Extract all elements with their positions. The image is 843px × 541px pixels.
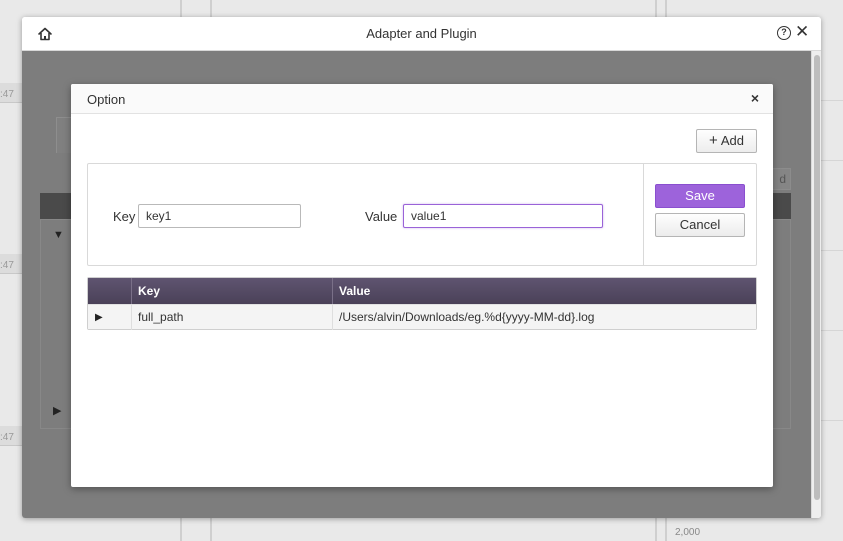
options-table: Key Value ▶ full_path /Users/alvin/Downl…	[87, 277, 757, 330]
option-dialog: Option × +Add Key Value Save Cancel Key …	[71, 84, 773, 487]
dialog-scrollbar[interactable]	[811, 51, 821, 518]
bg-time-label: :47	[0, 260, 14, 271]
bg-gridline	[819, 250, 843, 251]
form-divider	[643, 164, 644, 265]
row-key-cell: full_path	[131, 305, 331, 330]
dialog-header: Adapter and Plugin ? ✕	[22, 17, 821, 51]
cancel-button[interactable]: Cancel	[655, 213, 745, 237]
close-icon[interactable]: ✕	[795, 23, 809, 41]
bg-gridline	[819, 160, 843, 161]
key-input[interactable]	[138, 204, 301, 228]
key-label: Key	[113, 209, 136, 224]
dialog-title: Adapter and Plugin	[366, 26, 477, 41]
column-header-key[interactable]: Key	[131, 278, 331, 304]
bg-axis-label: 2,000	[675, 527, 701, 538]
plus-icon: +	[709, 132, 718, 149]
key-value-form: Key Value Save Cancel	[87, 163, 757, 266]
value-label: Value	[365, 209, 398, 224]
add-button-label: Add	[720, 133, 744, 148]
expand-arrow-icon: ▶	[53, 405, 62, 417]
expand-row-icon[interactable]: ▶	[95, 305, 103, 330]
bg-time-label: :47	[0, 432, 14, 443]
bg-time-label: :47	[0, 89, 14, 100]
save-button[interactable]: Save	[655, 184, 745, 208]
value-input[interactable]	[403, 204, 603, 228]
bg-gridline	[819, 330, 843, 331]
help-icon[interactable]: ?	[777, 26, 791, 40]
add-button[interactable]: + Add	[696, 129, 757, 153]
row-value-cell: /Users/alvin/Downloads/eg.%d{yyyy-MM-dd}…	[332, 305, 756, 330]
bg-gridline	[819, 100, 843, 101]
option-dialog-title: Option	[87, 92, 126, 107]
table-header: Key Value	[88, 278, 756, 304]
collapse-arrow-icon: ▼	[53, 229, 64, 241]
option-dialog-header: Option ×	[71, 84, 773, 114]
bg-gridline	[819, 420, 843, 421]
close-icon[interactable]: ×	[751, 90, 759, 106]
table-row[interactable]: ▶ full_path /Users/alvin/Downloads/eg.%d…	[88, 304, 756, 330]
scrollbar-thumb[interactable]	[814, 55, 820, 500]
column-header-value[interactable]: Value	[332, 278, 756, 304]
